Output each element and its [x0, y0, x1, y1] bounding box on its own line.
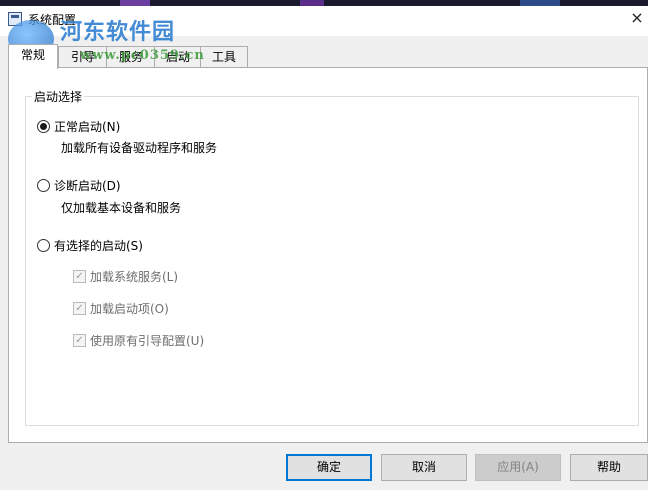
radio-unchecked-icon[interactable] — [37, 238, 50, 252]
general-tab-panel: 启动选择 正常启动(N) 加载所有设备驱动程序和服务 诊断启动(D) 仅加载基本… — [8, 67, 648, 443]
diagnostic-startup-label: 诊断启动(D) — [54, 178, 121, 193]
diagnostic-startup-radio[interactable]: 诊断启动(D) — [37, 176, 121, 194]
diagnostic-startup-description: 仅加载基本设备和服务 — [61, 201, 182, 215]
load-startup-items-checkbox: ✓ 加载启动项(O) — [73, 299, 169, 317]
use-original-boot-config-checkbox: ✓ 使用原有引导配置(U) — [73, 331, 204, 349]
selective-startup-label: 有选择的启动(S) — [54, 238, 143, 253]
watermark-url: www.pc0359.cn — [80, 48, 205, 63]
normal-startup-radio[interactable]: 正常启动(N) — [37, 117, 120, 135]
tab-general[interactable]: 常规 — [8, 44, 58, 69]
startup-selection-group: 启动选择 正常启动(N) 加载所有设备驱动程序和服务 诊断启动(D) 仅加载基本… — [25, 88, 639, 426]
radio-unchecked-icon[interactable] — [37, 178, 50, 192]
checkmark-icon: ✓ — [73, 301, 86, 315]
cancel-button[interactable]: 取消 — [381, 454, 467, 481]
apply-button[interactable]: 应用(A) — [475, 454, 561, 481]
use-original-boot-config-label: 使用原有引导配置(U) — [90, 333, 205, 348]
normal-startup-label: 正常启动(N) — [54, 119, 121, 134]
selective-startup-radio[interactable]: 有选择的启动(S) — [37, 236, 143, 254]
normal-startup-description: 加载所有设备驱动程序和服务 — [61, 141, 218, 155]
watermark-site-name: 河东软件园 — [60, 19, 176, 45]
load-system-services-label: 加载系统服务(L) — [90, 269, 179, 284]
checkmark-icon: ✓ — [73, 269, 86, 283]
close-button[interactable]: × — [626, 6, 648, 32]
ok-button[interactable]: 确定 — [286, 454, 372, 481]
help-button[interactable]: 帮助 — [570, 454, 648, 481]
load-startup-items-label: 加载启动项(O) — [90, 301, 169, 316]
startup-selection-legend: 启动选择 — [32, 88, 85, 105]
tab-tools[interactable]: 工具 — [200, 46, 248, 68]
load-system-services-checkbox: ✓ 加载系统服务(L) — [73, 267, 178, 285]
checkmark-icon: ✓ — [73, 333, 86, 347]
radio-checked-icon[interactable] — [37, 119, 50, 133]
